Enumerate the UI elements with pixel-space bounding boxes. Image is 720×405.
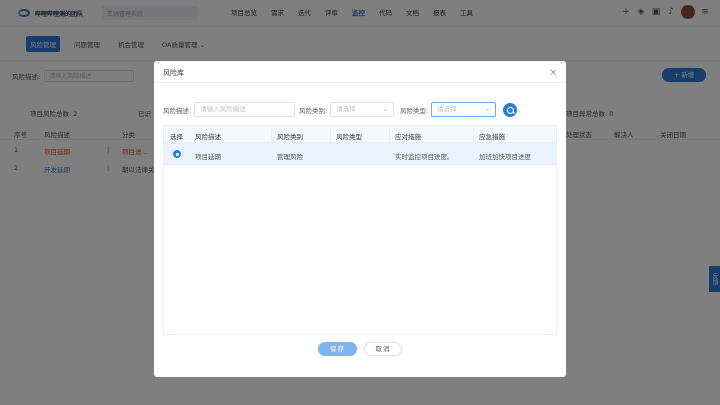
chevron-down-icon: ⌄ — [382, 105, 389, 113]
dialog-divider — [154, 82, 566, 83]
save-button[interactable]: 保存 — [318, 342, 357, 356]
table-header: 选择 风险描述 风险类别 风险类型 应对措施 应急措施 — [164, 126, 556, 143]
dialog-title: 风险库 — [163, 69, 184, 77]
row-response: 实时监控项目进度。 — [395, 153, 454, 161]
category-filter: 风险类别: 请选择 ⌄ — [299, 102, 395, 117]
risk-category-placeholder: 请选择 — [336, 105, 356, 113]
risk-library-table: 选择 风险描述 风险类别 风险类型 应对措施 应急措施 项目延期 管理风险 实时… — [163, 125, 557, 335]
chevron-down-icon: ⌄ — [484, 105, 491, 113]
category-filter-label: 风险类别: — [299, 106, 328, 115]
th-category: 风险类别 — [277, 133, 303, 141]
type-filter-label: 风险类型: — [400, 106, 429, 115]
close-icon[interactable]: × — [549, 69, 557, 78]
th-select: 选择 — [170, 133, 183, 141]
desc-filter: 风险描述: 请输入风险描述 — [163, 102, 296, 117]
row-category: 管理风险 — [277, 153, 303, 161]
risk-type-select[interactable]: 请选择 ⌄ — [431, 102, 497, 117]
cancel-button[interactable]: 取消 — [364, 342, 402, 356]
th-emergency: 应急措施 — [479, 133, 505, 141]
th-desc: 风险描述 — [195, 133, 221, 141]
type-filter: 风险类型: 请选择 ⌄ — [400, 102, 497, 117]
desc-filter-label: 风险描述: — [163, 106, 192, 115]
risk-type-placeholder: 请选择 — [437, 105, 457, 113]
th-type: 风险类型 — [336, 133, 362, 141]
search-button[interactable] — [503, 103, 517, 117]
risk-desc-input[interactable]: 请输入风险描述 — [194, 102, 296, 117]
th-response: 应对措施 — [395, 133, 421, 141]
table-row[interactable]: 项目延期 管理风险 实时监控项目进度。 加班加快项目进度 — [164, 143, 556, 165]
risk-library-dialog: 风险库 × 风险描述: 请输入风险描述 风险类别: 请选择 ⌄ 风险类型: 请选… — [154, 61, 566, 377]
row-emergency: 加班加快项目进度 — [479, 153, 531, 161]
row-select-radio[interactable] — [173, 150, 181, 158]
row-desc: 项目延期 — [195, 153, 221, 161]
risk-category-select[interactable]: 请选择 ⌄ — [330, 102, 395, 117]
